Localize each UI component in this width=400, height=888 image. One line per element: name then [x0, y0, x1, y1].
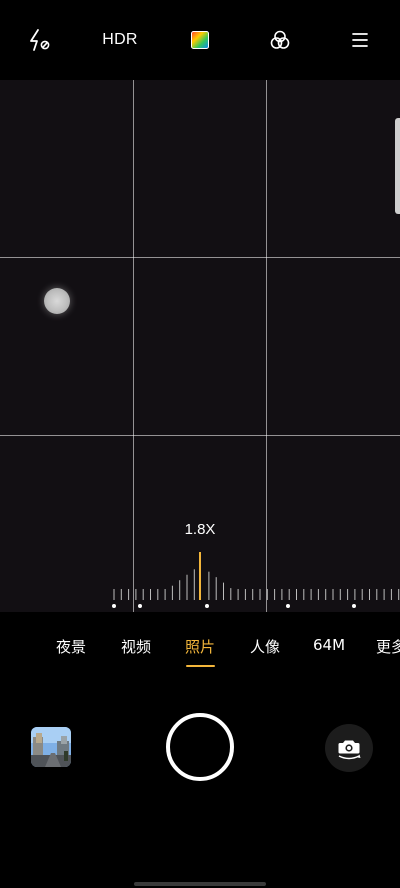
camera-bottom-controls [0, 702, 400, 888]
grid-line-horizontal [0, 435, 400, 436]
mode-64m[interactable]: 64M [313, 636, 345, 654]
zoom-preset-dot [205, 604, 209, 608]
active-mode-indicator [186, 665, 215, 667]
filter-circles-icon[interactable] [269, 29, 291, 51]
mode-night[interactable]: 夜景 [56, 636, 86, 657]
hdr-toggle[interactable]: HDR [102, 31, 138, 49]
zoom-preset-dot [286, 604, 290, 608]
mode-more[interactable]: 更多 [376, 636, 400, 657]
menu-icon[interactable] [351, 32, 369, 48]
zoom-preset-dot [112, 604, 116, 608]
camera-top-toolbar: HDR [0, 0, 400, 80]
gallery-thumbnail-icon[interactable] [31, 727, 71, 767]
zoom-level-label: 1.8X [184, 521, 216, 538]
mode-photo[interactable]: 照片 [185, 636, 215, 657]
camera-viewfinder[interactable]: 1.8X [0, 80, 400, 612]
zoom-preset-dot [352, 604, 356, 608]
zoom-slider[interactable] [0, 540, 400, 612]
grid-line-vertical [133, 80, 134, 612]
mode-portrait[interactable]: 人像 [250, 636, 280, 657]
home-indicator[interactable] [134, 882, 266, 886]
zoom-preset-dot [138, 604, 142, 608]
flash-off-icon[interactable] [28, 28, 52, 52]
mode-selector: 夜景 视频 照片 人像 64M 更多 [0, 612, 400, 702]
switch-camera-icon[interactable] [325, 724, 373, 772]
grid-line-horizontal [0, 257, 400, 258]
grid-line-vertical [266, 80, 267, 612]
focus-dot-icon[interactable] [44, 288, 70, 314]
color-palette-icon[interactable] [191, 31, 209, 49]
shutter-button-icon[interactable] [166, 713, 234, 781]
mode-video[interactable]: 视频 [121, 636, 151, 657]
side-panel-handle[interactable] [395, 118, 400, 214]
